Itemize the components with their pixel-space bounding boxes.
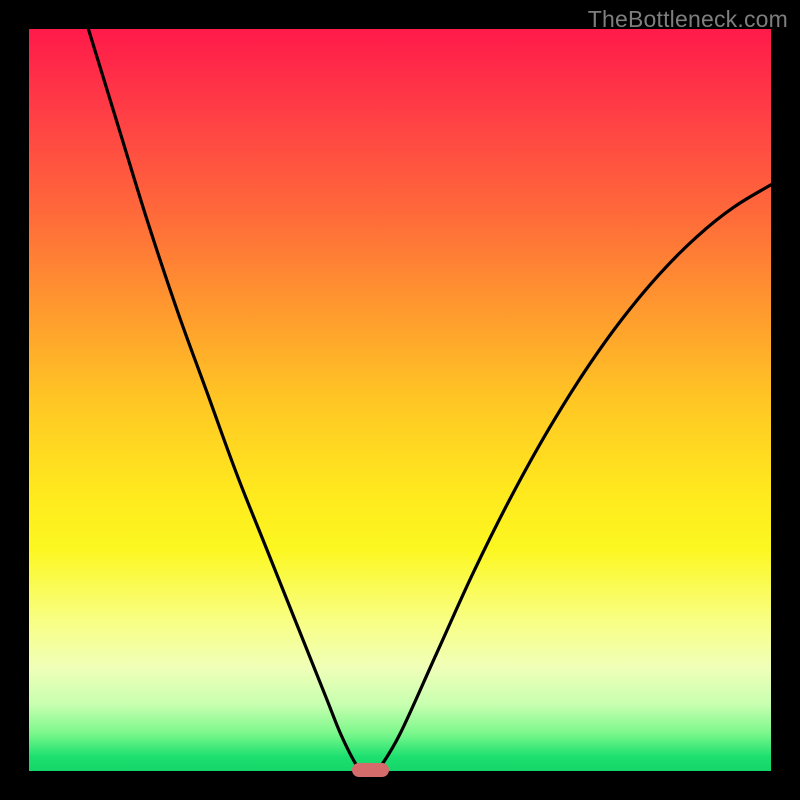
curve-path bbox=[88, 29, 771, 771]
bottleneck-curve bbox=[29, 29, 771, 771]
minimum-marker bbox=[352, 763, 389, 777]
watermark-text: TheBottleneck.com bbox=[588, 6, 788, 33]
plot-area bbox=[29, 29, 771, 771]
chart-frame: TheBottleneck.com bbox=[0, 0, 800, 800]
